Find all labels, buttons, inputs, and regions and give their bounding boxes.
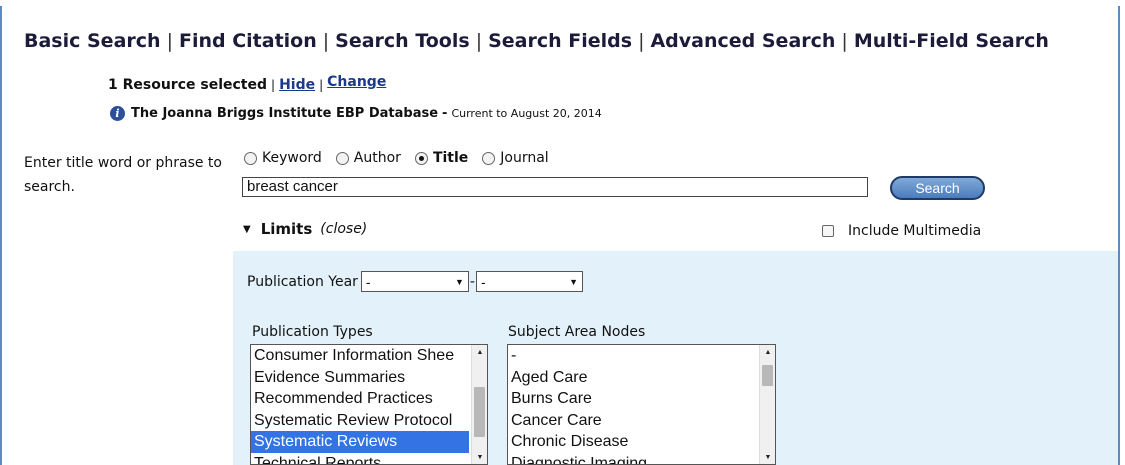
radio-author[interactable]: Author (335, 150, 401, 166)
nav-separator: | (475, 30, 483, 52)
subject-area-list[interactable]: - Aged Care Burns Care Cancer Care Chron… (507, 344, 776, 465)
database-line: i The Joanna Briggs Institute EBP Databa… (110, 106, 602, 121)
list-item[interactable]: Cancer Care (508, 410, 775, 432)
nav-search-tools[interactable]: Search Tools (335, 30, 470, 52)
radio-label: Keyword (262, 150, 322, 166)
year-separator: - (469, 273, 475, 290)
list-item[interactable]: Consumer Information Shee (251, 345, 487, 367)
publication-types-label: Publication Types (252, 324, 373, 340)
radio-circle[interactable] (244, 151, 257, 165)
scroll-down-icon[interactable]: ▼ (760, 450, 775, 464)
scroll-down-icon[interactable]: ▼ (472, 450, 487, 464)
radio-title[interactable]: Title (414, 150, 469, 166)
list-item-selected[interactable]: Systematic Reviews (251, 431, 469, 453)
subject-area-scrollbar[interactable]: ▲ ▼ (759, 345, 775, 464)
scroll-thumb[interactable] (762, 365, 773, 386)
resources-selected-line: 1 Resource selected | Hide | Change (108, 74, 386, 93)
publication-types-scrollbar[interactable]: ▲ ▼ (471, 345, 487, 464)
include-multimedia-label: Include Multimedia (848, 223, 982, 239)
nav-separator: | (841, 30, 848, 52)
scroll-thumb[interactable] (474, 387, 485, 437)
frame-top-gap (0, 0, 1125, 6)
scroll-up-icon[interactable]: ▲ (472, 345, 487, 359)
include-multimedia[interactable]: Include Multimedia (822, 223, 981, 239)
nav-find-citation[interactable]: Find Citation (179, 30, 317, 52)
resources-pipe: | (319, 78, 324, 92)
list-item[interactable]: Recommended Practices (251, 388, 487, 410)
search-prompt: Enter title word or phrase to search. (24, 155, 222, 195)
nav-separator: | (322, 30, 330, 52)
publication-year-label: Publication Year (247, 273, 358, 290)
hide-link[interactable]: Hide (279, 77, 315, 93)
include-multimedia-checkbox[interactable] (822, 225, 834, 237)
list-item[interactable]: Chronic Disease (508, 431, 775, 453)
info-icon[interactable]: i (110, 106, 125, 121)
radio-circle[interactable] (335, 151, 349, 165)
list-item[interactable]: Aged Care (508, 367, 775, 389)
scroll-up-icon[interactable]: ▲ (760, 345, 775, 359)
search-button[interactable]: Search (890, 176, 985, 200)
list-item[interactable]: Technical Reports (251, 453, 487, 464)
nav-multi-field-search[interactable]: Multi-Field Search (854, 30, 1049, 52)
nav-separator: | (166, 30, 173, 52)
publication-year-row: Publication Year - ▼ - - ▼ (247, 271, 583, 292)
resources-pipe: | (271, 78, 276, 92)
database-name: The Joanna Briggs Institute EBP Database (131, 106, 439, 121)
list-item[interactable]: Burns Care (508, 388, 775, 410)
radio-circle-checked[interactable] (414, 151, 428, 165)
database-dash: - (442, 106, 448, 121)
database-current-date: Current to August 20, 2014 (451, 107, 602, 120)
list-item[interactable]: Evidence Summaries (251, 367, 487, 389)
nav-separator: | (638, 30, 645, 52)
radio-label: Journal (500, 150, 549, 166)
radio-label: Author (353, 150, 401, 166)
radio-label: Title (432, 150, 469, 166)
nav-advanced-search[interactable]: Advanced Search (650, 30, 835, 52)
subject-area-label: Subject Area Nodes (508, 324, 646, 340)
list-item[interactable]: Diagnostic Imaging (508, 453, 775, 464)
year-from-select[interactable]: - ▼ (360, 271, 469, 292)
list-item[interactable]: - (508, 345, 775, 367)
collapse-triangle-icon[interactable]: ▼ (243, 224, 251, 235)
search-mode-nav: Basic Search | Find Citation | Search Tools |… (24, 30, 1049, 52)
year-to-value: - (480, 273, 486, 290)
limits-close-link[interactable]: (close) (320, 221, 367, 237)
nav-search-fields[interactable]: Search Fields (488, 30, 632, 52)
limits-label: Limits (260, 220, 313, 238)
search-input[interactable]: breast cancer (242, 177, 868, 197)
year-from-value: - (365, 273, 371, 290)
publication-types-list[interactable]: Consumer Information Shee Evidence Summa… (250, 344, 488, 465)
radio-circle[interactable] (482, 151, 496, 165)
dropdown-arrow-icon: ▼ (569, 276, 578, 287)
year-to-select[interactable]: - ▼ (475, 271, 583, 292)
search-field-radios: Keyword Author Title Journal (244, 150, 563, 166)
radio-journal[interactable]: Journal (482, 150, 549, 166)
change-link[interactable]: Change (327, 74, 386, 90)
list-item[interactable]: Systematic Review Protocol (251, 410, 487, 432)
dropdown-arrow-icon: ▼ (455, 276, 464, 287)
radio-keyword[interactable]: Keyword (244, 150, 322, 166)
resources-selected-text: 1 Resource selected (108, 77, 268, 93)
nav-basic-search[interactable]: Basic Search (24, 30, 161, 52)
limits-header[interactable]: ▼ Limits (close) (243, 220, 367, 238)
